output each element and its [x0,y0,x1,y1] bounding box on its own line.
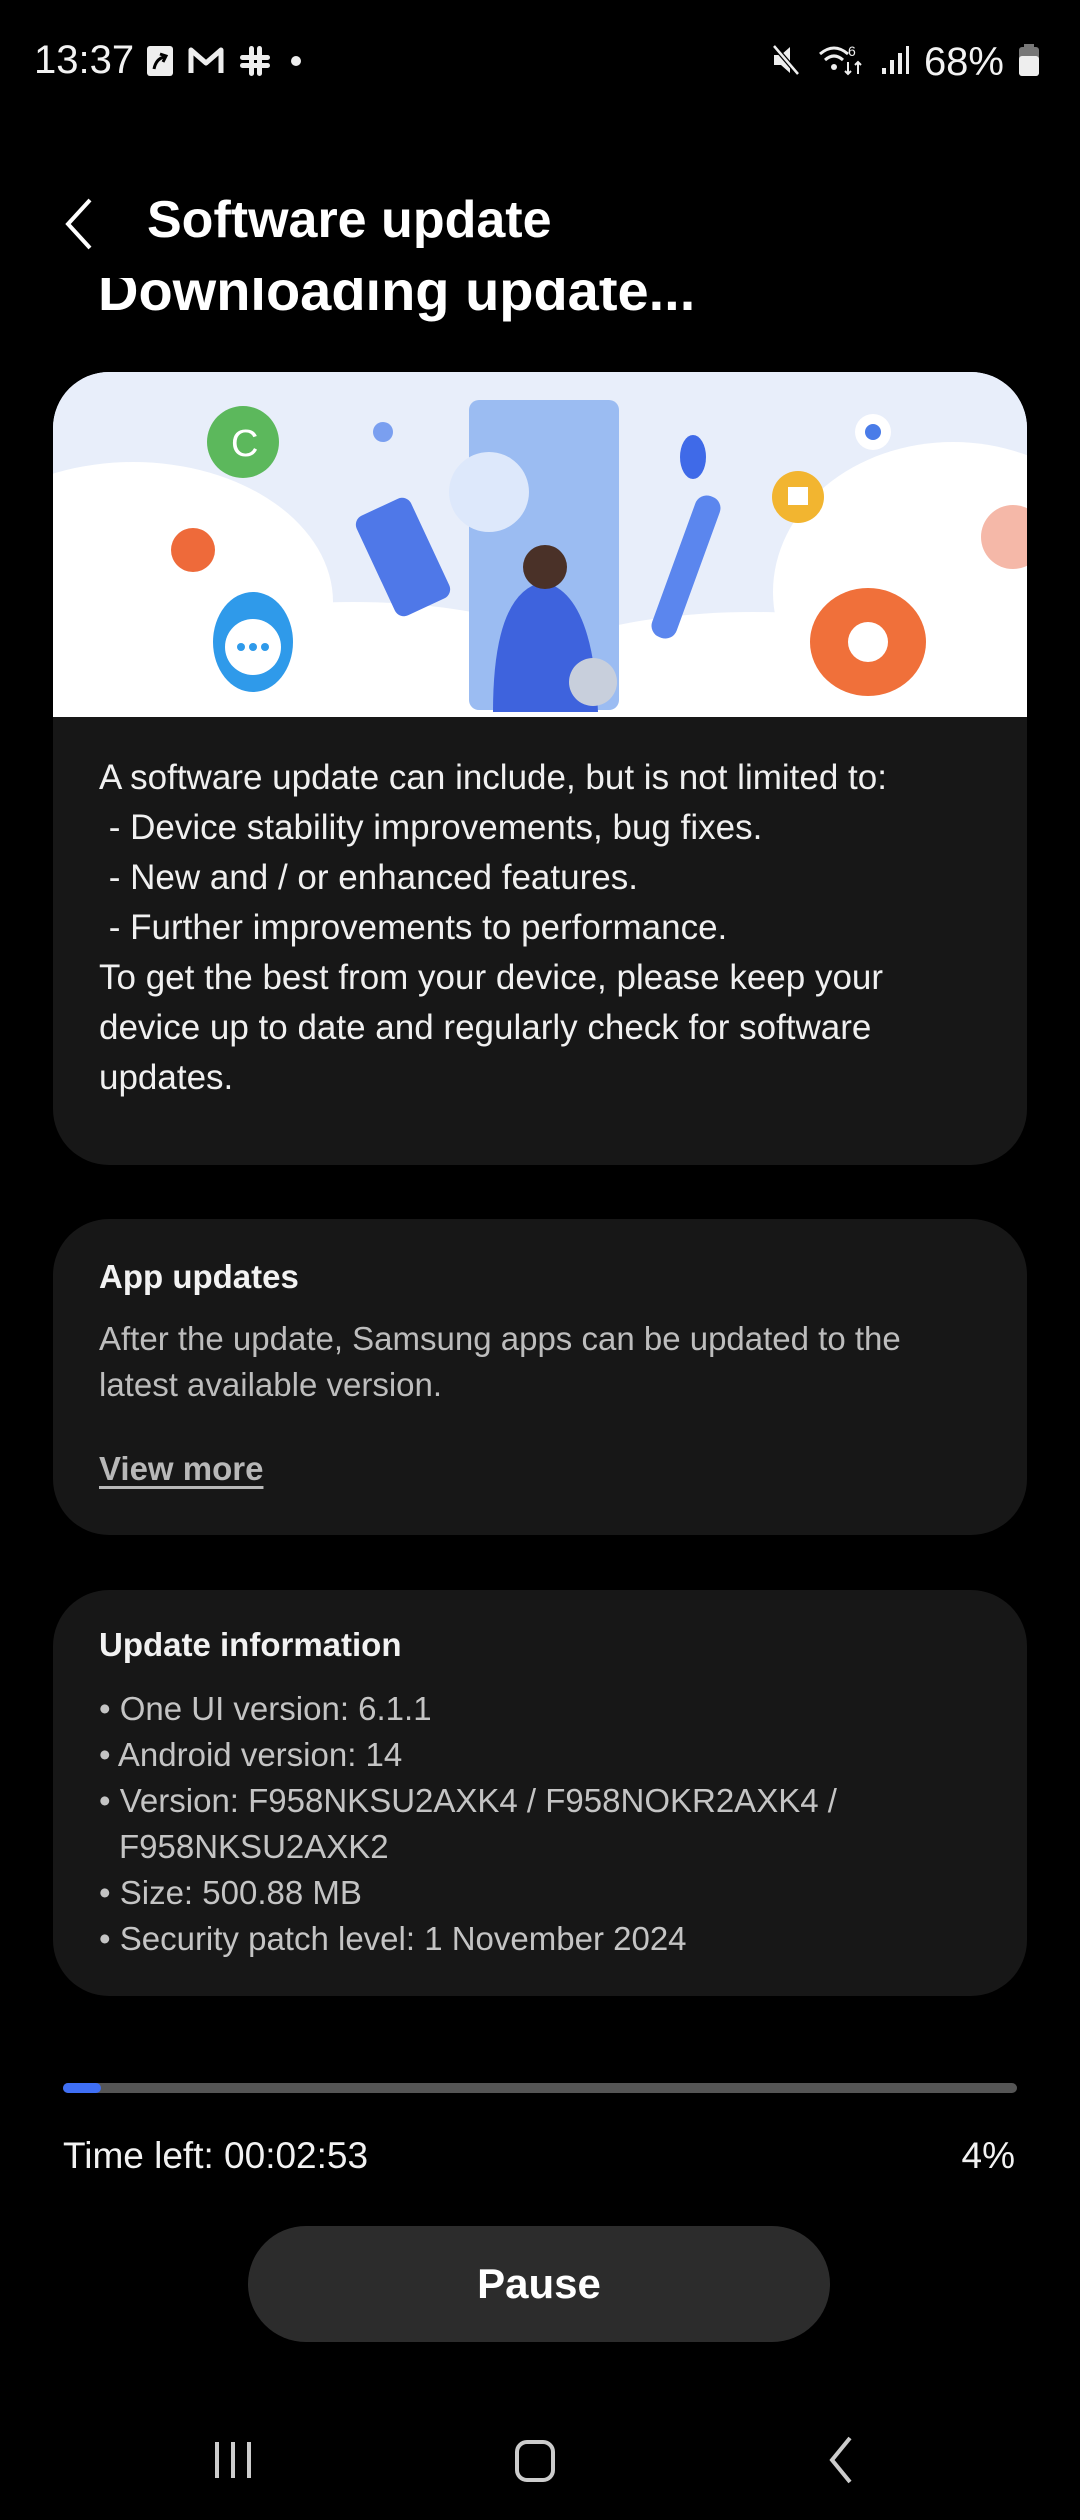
recent-apps-icon [215,2442,251,2478]
upload-arrow-icon [146,45,174,82]
system-status: 6 68% [770,40,1040,85]
pause-button[interactable]: Pause [248,2226,830,2342]
time-left: Time left: 00:02:53 [63,2135,369,2176]
app-updates-title: App updates [99,1258,299,1295]
update-information-list: • One UI version: 6.1.1 • Android versio… [99,1686,981,1962]
notification-icons [146,44,306,83]
update-info-card: C A software update can include, but is … [53,372,1027,1165]
download-progress-fill [63,2083,102,2093]
home-button[interactable] [505,2430,565,2490]
info-item-android: • Android version: 14 [99,1736,403,1773]
mute-icon [770,43,804,82]
status-time: 13:37 [34,38,135,82]
svg-text:6: 6 [848,43,856,59]
info-item-security-patch: • Security patch level: 1 November 2024 [99,1920,687,1957]
battery-icon [1018,43,1040,82]
update-information-title: Update information [99,1626,402,1663]
back-button[interactable] [60,196,100,252]
info-item-oneui: • One UI version: 6.1.1 [99,1690,432,1727]
battery-percent: 68% [923,40,1004,84]
info-item-size: • Size: 500.88 MB [99,1874,362,1911]
home-icon [515,2440,555,2482]
more-dot-icon [286,51,306,76]
app-updates-card: App updates After the update, Samsung ap… [53,1219,1027,1535]
wifi-6-icon: 6 [818,42,866,83]
update-information-card: Update information • One UI version: 6.1… [53,1590,1027,1996]
chevron-left-icon [65,198,92,250]
app-updates-description: After the update, Samsung apps can be up… [99,1320,901,1403]
download-status-heading: Downloading update... [98,278,696,322]
progress-percent: 4% [961,2135,1015,2176]
info-item-version: • Version: F958NKSU2AXK4 / F958NOKR2AXK4… [99,1782,837,1865]
nav-back-button[interactable] [810,2430,870,2490]
software-update-illustration: C [53,372,1027,717]
signal-icon [880,44,910,81]
nav-back-icon [829,2436,852,2484]
view-more-link[interactable]: View more [99,1450,981,1488]
slack-icon [238,44,272,83]
page-title: Software update [147,191,552,249]
recent-apps-button[interactable] [203,2430,263,2490]
gmail-icon [188,46,224,81]
update-description: A software update can include, but is no… [99,758,887,1097]
download-progress-bar [63,2083,1017,2093]
svg-text:C: C [231,423,258,465]
